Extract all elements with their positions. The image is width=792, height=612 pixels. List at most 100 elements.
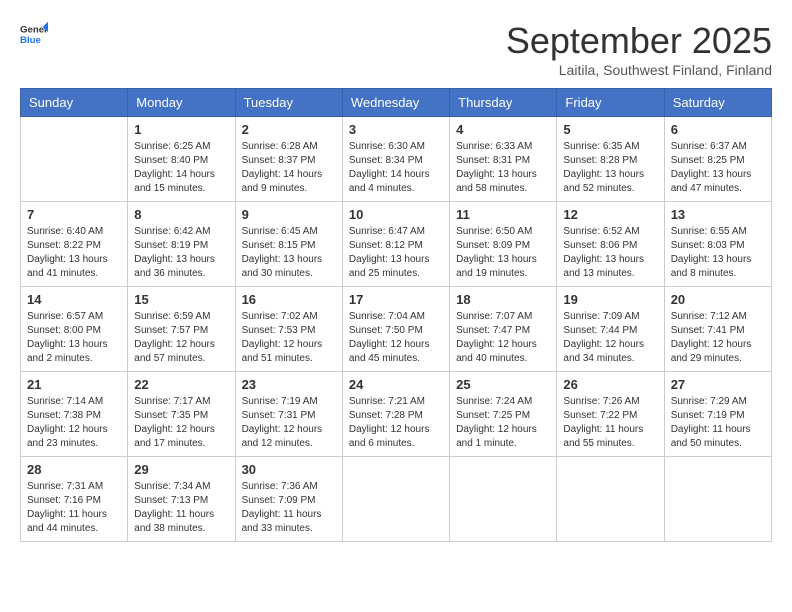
day-number: 25	[456, 377, 550, 392]
day-of-week-header: Monday	[128, 89, 235, 117]
day-number: 18	[456, 292, 550, 307]
day-of-week-header: Thursday	[450, 89, 557, 117]
calendar-cell	[450, 457, 557, 542]
cell-daylight-info: Sunrise: 7:07 AM Sunset: 7:47 PM Dayligh…	[456, 310, 550, 366]
cell-daylight-info: Sunrise: 7:17 AM Sunset: 7:35 PM Dayligh…	[134, 395, 228, 451]
day-number: 10	[349, 207, 443, 222]
day-number: 11	[456, 207, 550, 222]
day-number: 7	[27, 207, 121, 222]
day-number: 6	[671, 122, 765, 137]
cell-daylight-info: Sunrise: 7:09 AM Sunset: 7:44 PM Dayligh…	[563, 310, 657, 366]
cell-daylight-info: Sunrise: 7:34 AM Sunset: 7:13 PM Dayligh…	[134, 480, 228, 536]
day-number: 3	[349, 122, 443, 137]
calendar-week-row: 28 Sunrise: 7:31 AM Sunset: 7:16 PM Dayli…	[21, 457, 772, 542]
calendar-cell: 3 Sunrise: 6:30 AM Sunset: 8:34 PM Daylig…	[342, 117, 449, 202]
day-number: 15	[134, 292, 228, 307]
calendar-cell	[21, 117, 128, 202]
cell-daylight-info: Sunrise: 6:28 AM Sunset: 8:37 PM Dayligh…	[242, 140, 336, 196]
calendar-header-row: SundayMondayTuesdayWednesdayThursdayFrid…	[21, 89, 772, 117]
calendar-cell: 13 Sunrise: 6:55 AM Sunset: 8:03 PM Dayli…	[664, 202, 771, 287]
calendar-cell: 18 Sunrise: 7:07 AM Sunset: 7:47 PM Dayli…	[450, 287, 557, 372]
cell-daylight-info: Sunrise: 6:47 AM Sunset: 8:12 PM Dayligh…	[349, 225, 443, 281]
logo-icon: General Blue	[20, 20, 48, 48]
calendar-cell	[342, 457, 449, 542]
cell-daylight-info: Sunrise: 6:45 AM Sunset: 8:15 PM Dayligh…	[242, 225, 336, 281]
cell-daylight-info: Sunrise: 7:31 AM Sunset: 7:16 PM Dayligh…	[27, 480, 121, 536]
calendar-cell: 12 Sunrise: 6:52 AM Sunset: 8:06 PM Dayli…	[557, 202, 664, 287]
calendar-cell: 24 Sunrise: 7:21 AM Sunset: 7:28 PM Dayli…	[342, 372, 449, 457]
calendar-cell: 21Sunrise: 7:14 AM Sunset: 7:38 PM Dayli…	[21, 372, 128, 457]
cell-daylight-info: Sunrise: 6:35 AM Sunset: 8:28 PM Dayligh…	[563, 140, 657, 196]
calendar-cell: 25 Sunrise: 7:24 AM Sunset: 7:25 PM Dayli…	[450, 372, 557, 457]
day-number: 8	[134, 207, 228, 222]
cell-daylight-info: Sunrise: 6:33 AM Sunset: 8:31 PM Dayligh…	[456, 140, 550, 196]
calendar-cell: 27 Sunrise: 7:29 AM Sunset: 7:19 PM Dayli…	[664, 372, 771, 457]
day-number: 24	[349, 377, 443, 392]
calendar-cell: 22 Sunrise: 7:17 AM Sunset: 7:35 PM Dayli…	[128, 372, 235, 457]
day-of-week-header: Saturday	[664, 89, 771, 117]
location-subtitle: Laitila, Southwest Finland, Finland	[506, 62, 772, 78]
calendar-cell: 5Sunrise: 6:35 AM Sunset: 8:28 PM Daylig…	[557, 117, 664, 202]
cell-daylight-info: Sunrise: 6:59 AM Sunset: 7:57 PM Dayligh…	[134, 310, 228, 366]
day-number: 16	[242, 292, 336, 307]
cell-daylight-info: Sunrise: 6:55 AM Sunset: 8:03 PM Dayligh…	[671, 225, 765, 281]
day-number: 13	[671, 207, 765, 222]
calendar-cell: 17Sunrise: 7:04 AM Sunset: 7:50 PM Dayli…	[342, 287, 449, 372]
cell-daylight-info: Sunrise: 7:04 AM Sunset: 7:50 PM Dayligh…	[349, 310, 443, 366]
cell-daylight-info: Sunrise: 7:02 AM Sunset: 7:53 PM Dayligh…	[242, 310, 336, 366]
calendar-cell: 20 Sunrise: 7:12 AM Sunset: 7:41 PM Dayli…	[664, 287, 771, 372]
calendar-cell	[664, 457, 771, 542]
day-number: 20	[671, 292, 765, 307]
month-title: September 2025	[506, 20, 772, 62]
day-number: 29	[134, 462, 228, 477]
day-number: 9	[242, 207, 336, 222]
page-header: General Blue September 2025 Laitila, Sou…	[20, 20, 772, 78]
calendar-cell: 23Sunrise: 7:19 AM Sunset: 7:31 PM Dayli…	[235, 372, 342, 457]
day-number: 26	[563, 377, 657, 392]
day-of-week-header: Friday	[557, 89, 664, 117]
svg-text:General: General	[20, 24, 48, 35]
day-of-week-header: Sunday	[21, 89, 128, 117]
calendar-cell: 11Sunrise: 6:50 AM Sunset: 8:09 PM Dayli…	[450, 202, 557, 287]
title-block: September 2025 Laitila, Southwest Finlan…	[506, 20, 772, 78]
calendar-cell: 29 Sunrise: 7:34 AM Sunset: 7:13 PM Dayli…	[128, 457, 235, 542]
day-number: 27	[671, 377, 765, 392]
cell-daylight-info: Sunrise: 7:36 AM Sunset: 7:09 PM Dayligh…	[242, 480, 336, 536]
cell-daylight-info: Sunrise: 7:29 AM Sunset: 7:19 PM Dayligh…	[671, 395, 765, 451]
cell-daylight-info: Sunrise: 6:25 AM Sunset: 8:40 PM Dayligh…	[134, 140, 228, 196]
calendar-cell: 30 Sunrise: 7:36 AM Sunset: 7:09 PM Dayli…	[235, 457, 342, 542]
calendar-cell: 16 Sunrise: 7:02 AM Sunset: 7:53 PM Dayli…	[235, 287, 342, 372]
day-number: 2	[242, 122, 336, 137]
day-number: 28	[27, 462, 121, 477]
calendar-cell: 7 Sunrise: 6:40 AM Sunset: 8:22 PM Daylig…	[21, 202, 128, 287]
calendar-cell: 8 Sunrise: 6:42 AM Sunset: 8:19 PM Daylig…	[128, 202, 235, 287]
cell-daylight-info: Sunrise: 6:52 AM Sunset: 8:06 PM Dayligh…	[563, 225, 657, 281]
cell-daylight-info: Sunrise: 7:24 AM Sunset: 7:25 PM Dayligh…	[456, 395, 550, 451]
calendar-week-row: 21Sunrise: 7:14 AM Sunset: 7:38 PM Dayli…	[21, 372, 772, 457]
cell-daylight-info: Sunrise: 6:30 AM Sunset: 8:34 PM Dayligh…	[349, 140, 443, 196]
logo: General Blue	[20, 20, 48, 48]
calendar-cell: 14 Sunrise: 6:57 AM Sunset: 8:00 PM Dayli…	[21, 287, 128, 372]
day-number: 30	[242, 462, 336, 477]
calendar-week-row: 1Sunrise: 6:25 AM Sunset: 8:40 PM Daylig…	[21, 117, 772, 202]
cell-daylight-info: Sunrise: 7:12 AM Sunset: 7:41 PM Dayligh…	[671, 310, 765, 366]
calendar-week-row: 14 Sunrise: 6:57 AM Sunset: 8:00 PM Dayli…	[21, 287, 772, 372]
calendar-table: SundayMondayTuesdayWednesdayThursdayFrid…	[20, 88, 772, 542]
day-number: 23	[242, 377, 336, 392]
calendar-cell: 10 Sunrise: 6:47 AM Sunset: 8:12 PM Dayli…	[342, 202, 449, 287]
day-number: 12	[563, 207, 657, 222]
calendar-cell: 15 Sunrise: 6:59 AM Sunset: 7:57 PM Dayli…	[128, 287, 235, 372]
calendar-week-row: 7 Sunrise: 6:40 AM Sunset: 8:22 PM Daylig…	[21, 202, 772, 287]
cell-daylight-info: Sunrise: 6:42 AM Sunset: 8:19 PM Dayligh…	[134, 225, 228, 281]
calendar-cell: 9 Sunrise: 6:45 AM Sunset: 8:15 PM Daylig…	[235, 202, 342, 287]
day-number: 22	[134, 377, 228, 392]
calendar-cell: 26Sunrise: 7:26 AM Sunset: 7:22 PM Dayli…	[557, 372, 664, 457]
calendar-cell: 28 Sunrise: 7:31 AM Sunset: 7:16 PM Dayli…	[21, 457, 128, 542]
calendar-cell	[557, 457, 664, 542]
day-number: 14	[27, 292, 121, 307]
cell-daylight-info: Sunrise: 7:14 AM Sunset: 7:38 PM Dayligh…	[27, 395, 121, 451]
calendar-cell: 2 Sunrise: 6:28 AM Sunset: 8:37 PM Daylig…	[235, 117, 342, 202]
cell-daylight-info: Sunrise: 6:40 AM Sunset: 8:22 PM Dayligh…	[27, 225, 121, 281]
cell-daylight-info: Sunrise: 7:21 AM Sunset: 7:28 PM Dayligh…	[349, 395, 443, 451]
cell-daylight-info: Sunrise: 6:57 AM Sunset: 8:00 PM Dayligh…	[27, 310, 121, 366]
